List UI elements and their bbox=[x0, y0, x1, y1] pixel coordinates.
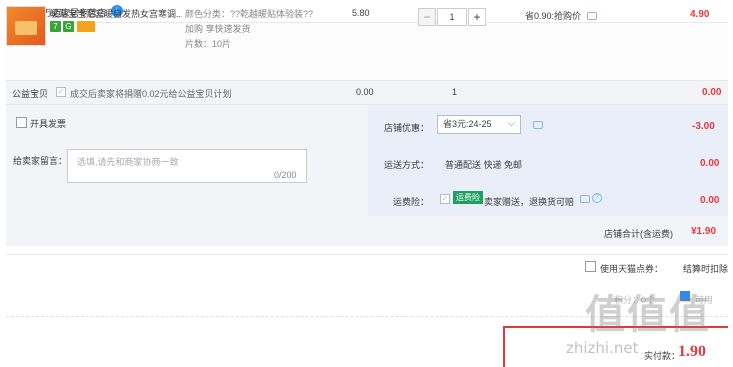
watermark-text: zhizhi.net bbox=[566, 339, 639, 357]
invoice-label[interactable]: 开具发票 bbox=[30, 117, 66, 130]
shop-discount-label: 店铺优惠： bbox=[384, 123, 430, 133]
seven-day-return-icon: 7 bbox=[50, 21, 61, 32]
shop-subtotal-bar bbox=[368, 216, 728, 246]
pay-box-left-border bbox=[503, 326, 505, 367]
help-icon[interactable]: ? bbox=[592, 193, 602, 203]
shipping-total: 0.00 bbox=[700, 158, 720, 169]
note-label: 给卖家留言： bbox=[13, 156, 68, 166]
invoice-checkbox[interactable] bbox=[16, 117, 27, 128]
charity-checkbox: ✓ bbox=[56, 87, 66, 97]
discount-comment-icon[interactable] bbox=[533, 121, 543, 129]
product-color-attr: 颜色分类：??乾越暖贴体验装?? bbox=[185, 9, 314, 19]
shop-subtotal-label: 店铺合计(含运费) bbox=[604, 229, 673, 239]
product-count-attr: 片数：10片 bbox=[185, 39, 232, 49]
charity-qty: 1 bbox=[452, 87, 458, 97]
promo-comment-icon[interactable] bbox=[587, 12, 597, 20]
chevron-down-icon[interactable]: ⌵ bbox=[508, 118, 515, 129]
shipping-insurance-text: 卖家赠送，退换货可赔 bbox=[484, 197, 575, 207]
charity-label: 公益宝贝 bbox=[12, 89, 49, 99]
shop-discount-total: -3.00 bbox=[692, 121, 715, 132]
charity-total: 0.00 bbox=[702, 87, 722, 98]
shipping-method-label: 运送方式： bbox=[384, 160, 430, 170]
seller-note-placeholder: 选填,请先和商家协商一致 bbox=[77, 157, 179, 167]
product-title-link[interactable]: 暖贴宝宝贴宫暖自发热女宫寒调... bbox=[50, 7, 182, 20]
qty-decrease-button[interactable]: − bbox=[418, 8, 436, 26]
shipping-method-value: 普通配送 快递 免邮 bbox=[445, 160, 523, 170]
deduct-note: 结算时扣除 bbox=[683, 264, 729, 274]
note-char-count: 0/200 bbox=[274, 170, 297, 180]
charity-text: 成交后卖家将捐赠0.02元给公益宝贝计划 bbox=[70, 89, 232, 99]
quantity-input[interactable]: 1 bbox=[437, 8, 467, 26]
shipping-insurance-badge: 运费险 bbox=[453, 191, 483, 204]
tmall-coupon-label[interactable]: 使用天猫点券： bbox=[600, 262, 663, 275]
divider bbox=[6, 254, 728, 255]
shipping-insurance-checkbox: ✓ bbox=[440, 194, 450, 204]
actual-pay-value: 1.90 bbox=[678, 343, 706, 360]
tmall-coupon-checkbox[interactable] bbox=[585, 261, 596, 272]
guarantee-icon: G bbox=[63, 21, 74, 32]
watermark-logo: 值值值 bbox=[585, 292, 711, 338]
shop-subtotal-value: ¥1.90 bbox=[691, 226, 717, 237]
qty-increase-button[interactable]: + bbox=[468, 8, 486, 26]
product-row bbox=[6, 22, 728, 80]
charity-price: 0.00 bbox=[356, 87, 374, 97]
shipping-insurance-label: 运费险： bbox=[393, 197, 430, 207]
credit-card-icon bbox=[77, 21, 95, 32]
actual-pay-label: 实付款： bbox=[644, 351, 681, 361]
product-thumbnail[interactable] bbox=[6, 6, 46, 46]
product-shipping-attr: 加购 享快速发货 bbox=[185, 24, 251, 34]
unit-price: 5.80 bbox=[352, 8, 370, 18]
insurance-comment-icon[interactable] bbox=[580, 195, 590, 203]
shipping-insurance-total: 0.00 bbox=[700, 195, 720, 206]
product-subtotal: 4.90 bbox=[690, 9, 710, 20]
promo-text: 省0.90:抢购价 bbox=[525, 11, 582, 21]
